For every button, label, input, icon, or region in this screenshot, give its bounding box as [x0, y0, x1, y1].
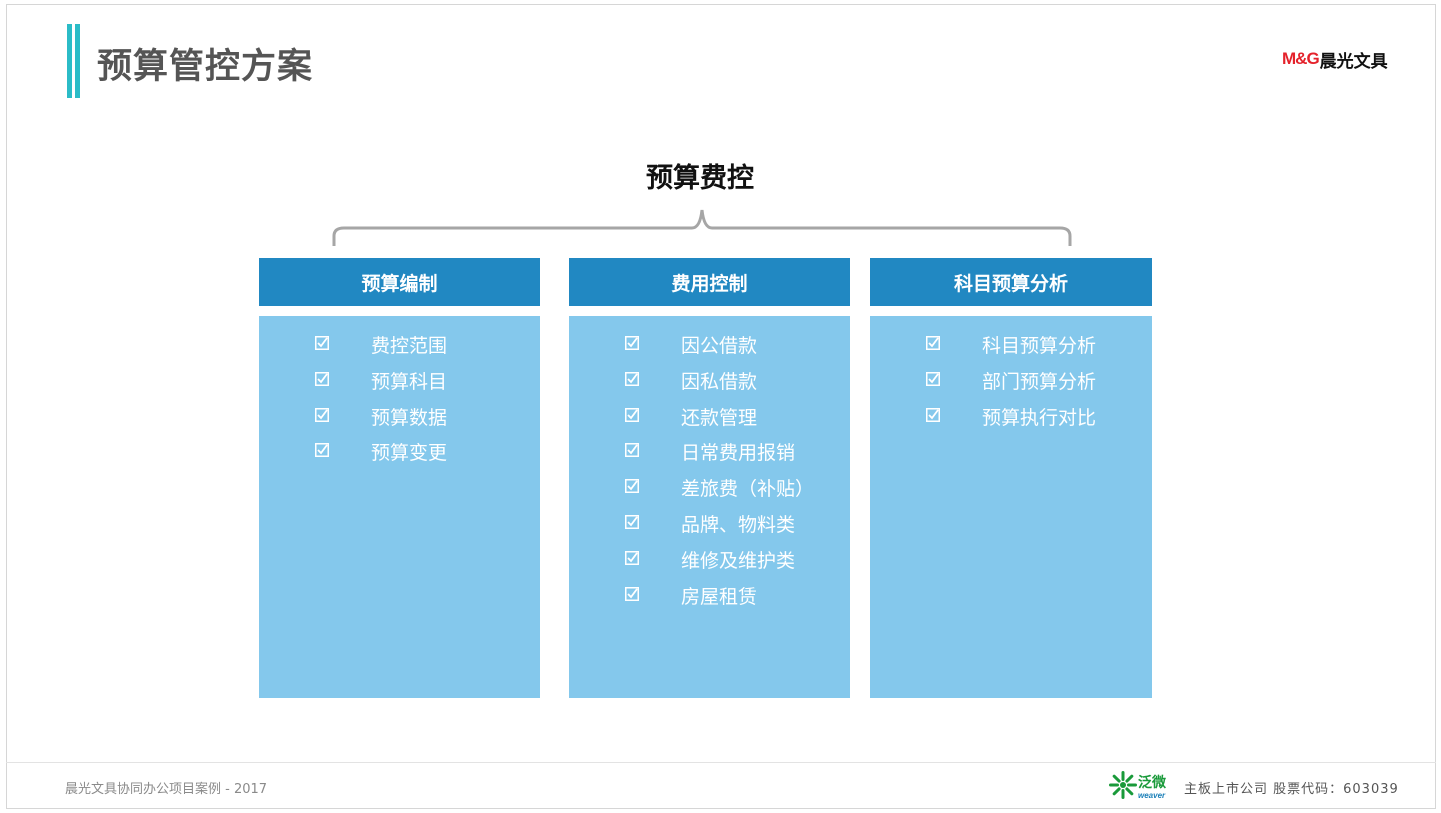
- checkbox-checked-icon: [315, 407, 329, 422]
- checkbox-checked-icon: [625, 371, 639, 386]
- column-header-budget-compile: 预算编制: [259, 258, 540, 306]
- list-item-label: 预算变更: [371, 442, 448, 465]
- list-item: 差旅费（补贴）: [569, 474, 850, 501]
- list-item: 预算科目: [259, 367, 540, 393]
- list-item-label: 房屋租赁: [681, 585, 758, 608]
- column-header-subject-analysis: 科目预算分析: [870, 258, 1152, 306]
- list-item: 部门预算分析: [870, 367, 1152, 393]
- title-accent-bar-2: [75, 24, 80, 98]
- list-item: 因私借款: [569, 367, 850, 393]
- checkbox-checked-icon: [926, 407, 940, 422]
- checkbox-checked-icon: [625, 443, 639, 458]
- list-item-label: 品牌、物料类: [681, 514, 796, 536]
- checkbox-checked-icon: [625, 479, 639, 494]
- weaver-logo-cn: 泛微: [1138, 775, 1166, 791]
- checkbox-checked-icon: [625, 515, 639, 529]
- checkbox-checked-icon: [625, 336, 639, 350]
- section-title: 预算费控: [0, 156, 1400, 195]
- list-item-label: 费控范围: [371, 335, 448, 357]
- footer-divider: [6, 762, 1436, 763]
- weaver-logo-en: weaver: [1138, 791, 1166, 800]
- curly-brace: [332, 209, 1072, 246]
- column-body-expense-control: 因公借款因私借款还款管理日常费用报销 差旅费（补贴） 品牌、物料类 维修及维护类 房屋租…: [569, 316, 850, 698]
- list-item: 预算执行对比: [870, 403, 1152, 429]
- list-item: 预算变更: [259, 438, 540, 465]
- footer-stock-info: 主板上市公司 股票代码：603039: [1184, 782, 1399, 797]
- checkbox-checked-icon: [625, 550, 639, 565]
- list-item-label: 维修及维护类: [681, 549, 796, 572]
- list-item: 维修及维护类: [569, 546, 850, 572]
- checkbox-checked-icon: [625, 407, 639, 422]
- logo-mg-text: M&G: [1282, 49, 1320, 68]
- footer-caption: 晨光文具协同办公项目案例 - 2017: [65, 782, 268, 797]
- column-body-budget-compile: 费控范围预算科目预算数据预算变更: [259, 316, 540, 698]
- list-item-label: 预算数据: [371, 406, 448, 429]
- logo-cn-text: 晨光文具: [1319, 51, 1388, 72]
- list-item: 预算数据: [259, 403, 540, 429]
- list-item-label: 还款管理: [681, 406, 758, 429]
- list-item: 品牌、物料类: [569, 510, 850, 536]
- list-item: 因公借款: [569, 331, 850, 357]
- column-header-expense-control: 费用控制: [569, 258, 850, 306]
- list-item-label: 因公借款: [681, 335, 758, 357]
- list-item: 还款管理: [569, 403, 850, 429]
- checkbox-checked-icon: [315, 443, 329, 458]
- list-item-label: 预算科目: [371, 370, 448, 393]
- list-item: 日常费用报销: [569, 438, 850, 465]
- weaver-logo-icon: [1109, 771, 1137, 799]
- list-item-label: 日常费用报销: [681, 442, 796, 465]
- list-item-label: 科目预算分析: [982, 335, 1097, 357]
- checkbox-checked-icon: [315, 371, 329, 386]
- checkbox-checked-icon: [926, 371, 940, 386]
- column-body-subject-analysis: 科目预算分析 部门预算分析 预算执行对比: [870, 316, 1152, 698]
- page-title: 预算管控方案: [97, 47, 314, 87]
- list-item: 房屋租赁: [569, 582, 850, 608]
- checkbox-checked-icon: [625, 586, 639, 601]
- list-item-label: 预算执行对比: [982, 406, 1097, 429]
- list-item-label: 因私借款: [681, 370, 758, 393]
- list-item-label: 部门预算分析: [982, 370, 1097, 393]
- section-title-text: 预算费控: [646, 163, 754, 194]
- mg-logo: M&G 晨光文具: [1282, 48, 1388, 72]
- list-item: 费控范围: [259, 331, 540, 357]
- checkbox-checked-icon: [926, 336, 940, 350]
- list-item-label: 差旅费（补贴）: [681, 478, 815, 501]
- title-accent-bar: [67, 24, 72, 98]
- checkbox-checked-icon: [315, 336, 329, 350]
- list-item: 科目预算分析: [870, 331, 1152, 357]
